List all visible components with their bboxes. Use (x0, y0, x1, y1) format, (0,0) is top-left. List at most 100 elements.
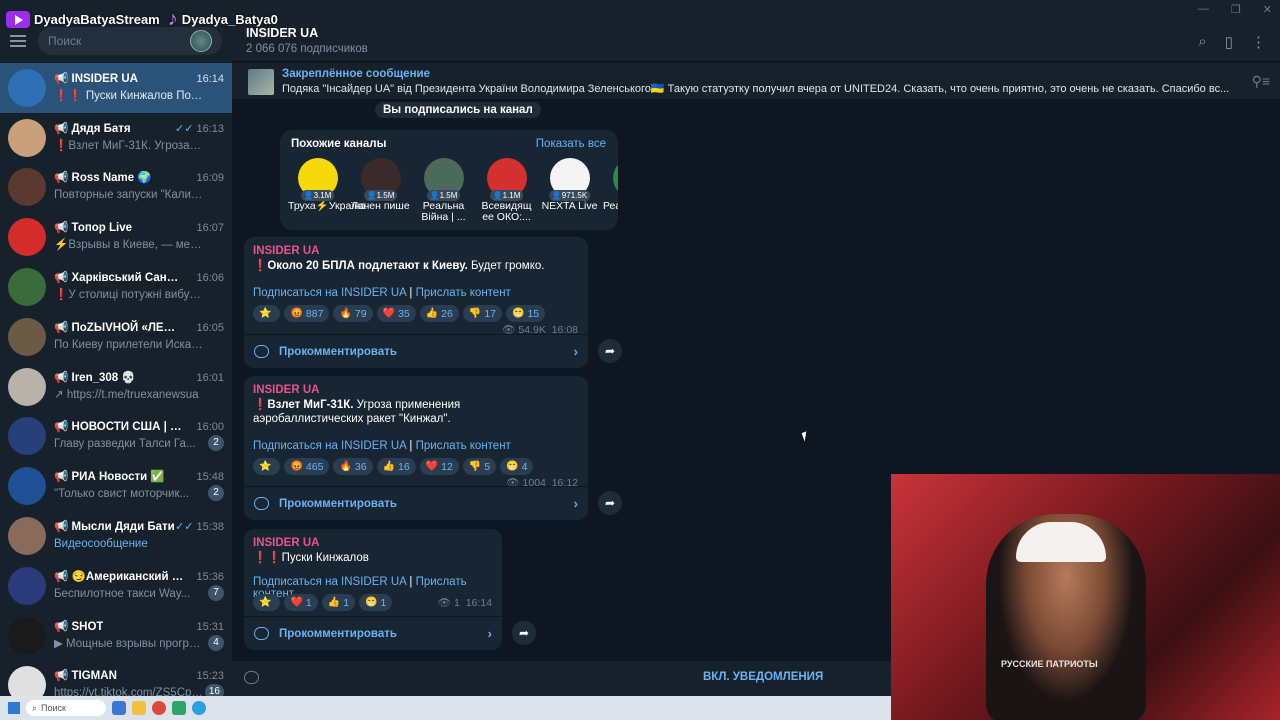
channel-icon: 📢 (54, 122, 72, 135)
chat-avatar (8, 118, 46, 157)
reaction-chip[interactable]: ⭐ (253, 458, 281, 475)
chat-preview: По Киеву прилетели Искандер... (54, 338, 204, 351)
chat-item[interactable]: 📢 Мысли Дяди Бати ✓✓ 15:38 Видеосообщение (0, 511, 232, 561)
chat-item[interactable]: 📢 INSIDER UA 16:14 ❗❗ Пуски Кинжалов Под… (0, 63, 232, 113)
channel-post[interactable]: INSIDER UA ❗❗Пуски Кинжалов Подписаться … (244, 529, 502, 650)
pinned-message[interactable]: Закреплённое сообщение Подяка "Інсайдер … (232, 63, 1280, 100)
close-icon[interactable]: ✕ (1263, 3, 1272, 16)
subscribe-link[interactable]: Подписаться на INSIDER UA (253, 287, 406, 299)
send-content-link[interactable]: Прислать контент (416, 287, 511, 299)
chat-preview: "Только свист моторчик... (54, 488, 190, 501)
chat-item[interactable]: 📢 Дядя Батя ✓✓ 16:13 ❗Взлет МиГ-31К. Угро… (0, 113, 232, 163)
webcam-overlay: РУССКИЕ ПАТРИОТЫ (891, 474, 1280, 720)
chat-item[interactable]: 📢 ПоZЫVНОЙ «ЛЕОН» 16:05 По Киеву прилете… (0, 312, 232, 362)
reaction-chip[interactable]: ❤️ 1 (284, 594, 318, 611)
reaction-chip[interactable]: 👎 17 (462, 305, 502, 322)
comment-button[interactable]: Прокомментировать › (244, 334, 588, 368)
view-count: 1 (454, 597, 460, 609)
reaction-chip[interactable]: 🔥 36 (333, 458, 373, 475)
chat-item[interactable]: 📢 НОВОСТИ США | АМЕ... 16:00 Главу разве… (0, 412, 232, 462)
taskbar-telegram-icon[interactable] (192, 701, 206, 715)
shirt-text: РУССКИЕ ПАТРИОТЫ (1001, 659, 1098, 669)
chat-avatar (8, 317, 46, 356)
chat-item[interactable]: 📢 Харківський Санькоѕ 16:06 ❗У столиці п… (0, 262, 232, 312)
chat-item[interactable]: 📢 😏Американский тре... 15:36 Беспилотное… (0, 561, 232, 611)
chat-item[interactable]: 📢 Iren_308 💀 16:01 ↗ https://t.me/truexa… (0, 362, 232, 412)
chat-time: 16:00 (196, 421, 224, 434)
comment-button[interactable]: Прокомментировать › (244, 616, 502, 650)
similar-channel[interactable]: 👤1.1M Всевидящ ее ОКО:... (477, 158, 536, 223)
send-content-link[interactable]: Прислать контент (416, 440, 511, 452)
chat-name: 📢 TIGMAN (54, 670, 117, 683)
reaction-chip[interactable]: 👍 26 (419, 305, 459, 322)
stream-banner: DyadyaBatyaStream ♪ Dyadya_Batya0 (6, 5, 278, 33)
share-icon[interactable]: ➦ (512, 621, 536, 645)
search-icon[interactable]: ⌕ (1198, 33, 1206, 51)
post-author[interactable]: INSIDER UA (253, 384, 319, 396)
reaction-chip[interactable]: ❤️ 12 (419, 458, 459, 475)
chat-avatar (8, 517, 46, 556)
subscribe-link[interactable]: Подписаться на INSIDER UA (253, 440, 406, 452)
chat-avatar (8, 367, 46, 406)
similar-channel[interactable]: 👤3.1M Труха⚡Україна (288, 158, 366, 223)
reaction-chip[interactable]: ❤️ 35 (376, 305, 416, 322)
channel-post[interactable]: INSIDER UA ❗Взлет МиГ-31К. Угроза примен… (244, 376, 588, 520)
chat-item[interactable]: 📢 SHOT 15:31 ▶ Мощные взрывы прогре... 4 (0, 611, 232, 661)
taskbar-search[interactable]: ⌕ Поиск (26, 700, 106, 716)
reaction-chip[interactable]: 🔥 79 (333, 305, 373, 322)
share-icon[interactable]: ➦ (598, 339, 622, 363)
taskbar-app-icon[interactable] (172, 701, 186, 715)
chat-item[interactable]: 📢 РИА Новости ✅ 15:48 "Только свист мото… (0, 461, 232, 511)
discussion-icon[interactable] (244, 671, 259, 684)
chat-time: 15:31 (196, 620, 224, 633)
similar-channel[interactable]: 👤1.5M Реальна Війна | ... (414, 158, 473, 223)
link-separator: | (409, 440, 413, 452)
reaction-chip[interactable]: 😁 1 (359, 594, 393, 611)
similar-channel[interactable]: 👤971.5K NEXTA Live (540, 158, 599, 223)
menu-icon[interactable] (10, 35, 26, 47)
windows-start-icon[interactable] (8, 702, 20, 714)
channel-icon: 📢 (54, 371, 72, 384)
taskbar-chrome-icon[interactable] (152, 701, 166, 715)
chat-avatar (8, 218, 46, 257)
show-all-link[interactable]: Показать все (536, 138, 606, 150)
similar-channel[interactable]: Реальн Київ (603, 158, 618, 223)
similar-channel-avatar: 👤3.1M (297, 158, 338, 201)
channel-post[interactable]: INSIDER UA ❗Около 20 БПЛА подлетают к Ки… (244, 237, 588, 368)
subscribe-link[interactable]: Подписаться на INSIDER UA (253, 576, 406, 588)
chat-avatar (8, 68, 46, 107)
minimize-icon[interactable]: — (1198, 3, 1209, 16)
similar-channel[interactable]: 👤1.5M Лачен пише (351, 158, 410, 223)
taskbar-folder-icon[interactable] (132, 701, 146, 715)
reaction-chip[interactable]: 👎 5 (462, 458, 497, 475)
reaction-chip[interactable]: 👍 16 (376, 458, 416, 475)
pin-list-icon[interactable]: ⚲≡ (1252, 73, 1270, 90)
reaction-chip[interactable]: ⭐ (253, 594, 281, 611)
post-author[interactable]: INSIDER UA (253, 245, 319, 257)
read-check-icon: ✓✓ (175, 521, 194, 534)
reaction-chip[interactable]: 😁 15 (506, 305, 546, 322)
taskbar-app-icon[interactable] (112, 701, 126, 715)
chat-body: 📢 SHOT 15:31 ▶ Мощные взрывы прогре... 4 (54, 619, 224, 653)
reaction-chip[interactable]: 😁 4 (500, 458, 534, 475)
post-author[interactable]: INSIDER UA (253, 537, 319, 549)
reaction-chip[interactable]: 😡 887 (284, 305, 330, 322)
sidebar-toggle-icon[interactable]: ▯ (1225, 33, 1233, 51)
reaction-chip[interactable]: 👍 1 (321, 594, 356, 611)
similar-channel-name: Реальн Київ (603, 200, 618, 212)
reaction-chip[interactable]: 😡 465 (284, 458, 330, 475)
maximize-icon[interactable]: ❐ (1231, 3, 1241, 16)
share-icon[interactable]: ➦ (598, 491, 622, 515)
account-avatar[interactable] (190, 30, 212, 52)
reactions: ⭐ ❤️ 1 👍 1 😁 1 (253, 594, 393, 611)
youtube-name: DyadyaBatyaStream (34, 11, 160, 27)
reaction-chip[interactable]: ⭐ (253, 305, 281, 322)
enable-notifications-button[interactable]: ВКЛ. УВЕДОМЛЕНИЯ (703, 671, 823, 683)
taskbar-search-label: Поиск (41, 703, 66, 713)
comment-button[interactable]: Прокомментировать › (244, 486, 588, 520)
chat-item[interactable]: 📢 Ross Name 🌍 16:09 Повторные запуски "К… (0, 163, 232, 213)
chat-time: 16:07 (196, 222, 224, 235)
chat-item[interactable]: 📢 Топор Live 16:07 ⚡Взрывы в Киеве, — ме… (0, 212, 232, 262)
more-icon[interactable]: ⋮ (1251, 33, 1266, 51)
similar-channel-avatar: 👤1.5M (423, 158, 464, 201)
